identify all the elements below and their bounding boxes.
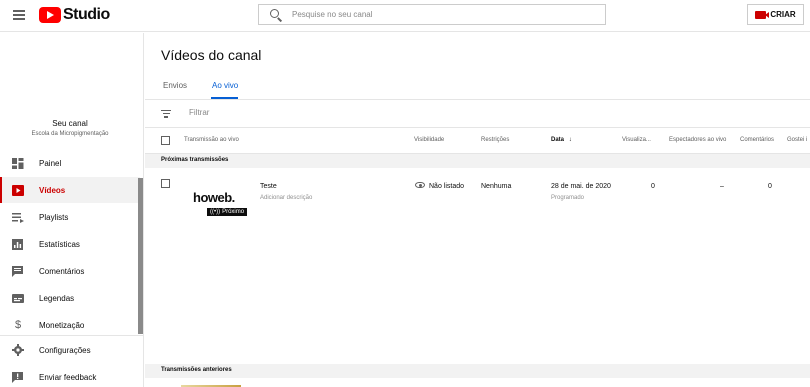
column-header-date[interactable]: Data ↓ xyxy=(551,137,572,143)
tab-uploads[interactable]: Envios xyxy=(163,81,187,90)
videos-icon xyxy=(12,184,24,196)
thumbnail-logo-part: w xyxy=(207,190,218,205)
sidebar-item-analytics[interactable]: Estatísticas xyxy=(0,231,140,257)
youtube-logo-icon xyxy=(39,7,61,23)
page-title: Vídeos do canal xyxy=(161,47,262,63)
channel-name: Escola da Micropigmentação xyxy=(31,131,109,137)
sidebar-item-label: Configurações xyxy=(39,345,91,355)
column-header-views[interactable]: Visualiza... xyxy=(622,137,651,143)
column-header-restrictions[interactable]: Restrições xyxy=(481,137,509,143)
search-box[interactable] xyxy=(258,4,606,25)
live-viewers-value: – xyxy=(720,183,724,190)
thumbnail-logo-part: ho xyxy=(193,190,208,205)
playlists-icon xyxy=(12,212,24,223)
filter-input[interactable] xyxy=(189,108,389,117)
sidebar-item-comments[interactable]: Comentários xyxy=(0,258,140,284)
sidebar-item-label: Playlists xyxy=(39,212,69,222)
filter-divider xyxy=(145,127,810,128)
row-checkbox[interactable] xyxy=(161,179,170,188)
column-header-video: Transmissão ao vivo xyxy=(184,137,239,143)
video-title[interactable]: Teste xyxy=(260,183,277,190)
sidebar-divider xyxy=(0,335,143,336)
video-camera-icon xyxy=(755,10,770,19)
channel-label[interactable]: Seu canal xyxy=(0,119,140,128)
sidebar-item-label: Comentários xyxy=(39,266,85,276)
date-status: Programado xyxy=(551,195,585,201)
select-all-checkbox[interactable] xyxy=(161,136,170,145)
restrictions-value: Nenhuma xyxy=(481,183,512,190)
sidebar-item-settings[interactable]: Configurações xyxy=(0,337,140,363)
menu-icon[interactable] xyxy=(13,10,25,20)
column-header-comments[interactable]: Comentários xyxy=(740,137,774,143)
tab-live[interactable]: Ao vivo xyxy=(212,81,238,90)
column-header-date-label: Data xyxy=(551,137,565,143)
views-value: 0 xyxy=(651,183,655,190)
thumbnail-logo-part: eb. xyxy=(217,190,236,205)
column-header-live-viewers[interactable]: Espectadores ao vivo xyxy=(669,137,726,143)
create-label: CRIAR xyxy=(770,10,796,19)
sidebar-scrollbar[interactable] xyxy=(138,178,143,334)
sidebar-item-subtitles[interactable]: Legendas xyxy=(0,285,140,311)
live-broadcast-icon: ((•)) xyxy=(210,209,221,215)
comments-icon xyxy=(12,265,24,277)
feedback-icon xyxy=(12,371,24,383)
upcoming-badge: ((•)) Próximo xyxy=(207,208,248,216)
sidebar-item-label: Legendas xyxy=(39,293,75,303)
sidebar: Seu canal Escola da Micropigmentação Pai… xyxy=(0,33,144,387)
sidebar-item-feedback[interactable]: Enviar feedback xyxy=(0,364,140,387)
settings-icon xyxy=(12,344,24,356)
create-button[interactable]: CRIAR xyxy=(747,4,804,25)
column-header-likes[interactable]: Gostei i xyxy=(787,137,807,143)
visibility-eye-icon[interactable] xyxy=(415,182,425,188)
sidebar-item-label: Painel xyxy=(39,158,62,168)
tabs-divider xyxy=(145,99,810,100)
date-value: 28 de mai. de 2020 xyxy=(551,183,611,190)
logo-text: Studio xyxy=(63,6,110,23)
section-past-label: Transmissões anteriores xyxy=(161,367,232,373)
visibility-value[interactable]: Não listado xyxy=(429,183,464,190)
top-app-bar: Studio CRIAR xyxy=(0,0,810,32)
youtube-studio-logo[interactable]: Studio xyxy=(39,6,110,24)
sidebar-item-label: Monetização xyxy=(39,320,85,330)
sidebar-item-dashboard[interactable]: Painel xyxy=(0,150,140,176)
video-description[interactable]: Adicionar descrição xyxy=(260,195,312,201)
section-upcoming: Próximas transmissões xyxy=(145,154,810,168)
column-header-visibility[interactable]: Visibilidade xyxy=(414,137,444,143)
sidebar-item-label: Estatísticas xyxy=(39,239,80,249)
section-past: Transmissões anteriores xyxy=(145,364,810,378)
comments-value: 0 xyxy=(768,183,772,190)
filter-icon[interactable] xyxy=(161,110,171,118)
monetization-icon: $ xyxy=(14,319,22,331)
thumbnail-logo: howeb. xyxy=(193,190,235,205)
section-upcoming-label: Próximas transmissões xyxy=(161,157,229,163)
sidebar-item-playlists[interactable]: Playlists xyxy=(0,204,140,230)
analytics-icon xyxy=(12,238,24,250)
dashboard-icon xyxy=(12,157,24,169)
sidebar-item-label: Vídeos xyxy=(39,185,66,195)
subtitles-icon xyxy=(12,293,24,304)
sidebar-item-videos[interactable]: Vídeos xyxy=(0,177,140,203)
sidebar-item-label: Enviar feedback xyxy=(39,372,97,382)
search-icon[interactable] xyxy=(269,8,283,22)
upcoming-badge-label: Próximo xyxy=(222,209,245,215)
video-thumbnail[interactable]: howeb. ((•)) Próximo xyxy=(193,190,263,225)
sort-arrow-down-icon: ↓ xyxy=(568,137,572,143)
main-content: Vídeos do canal Envios Ao vivo Transmiss… xyxy=(145,33,810,387)
search-input[interactable] xyxy=(292,10,592,19)
